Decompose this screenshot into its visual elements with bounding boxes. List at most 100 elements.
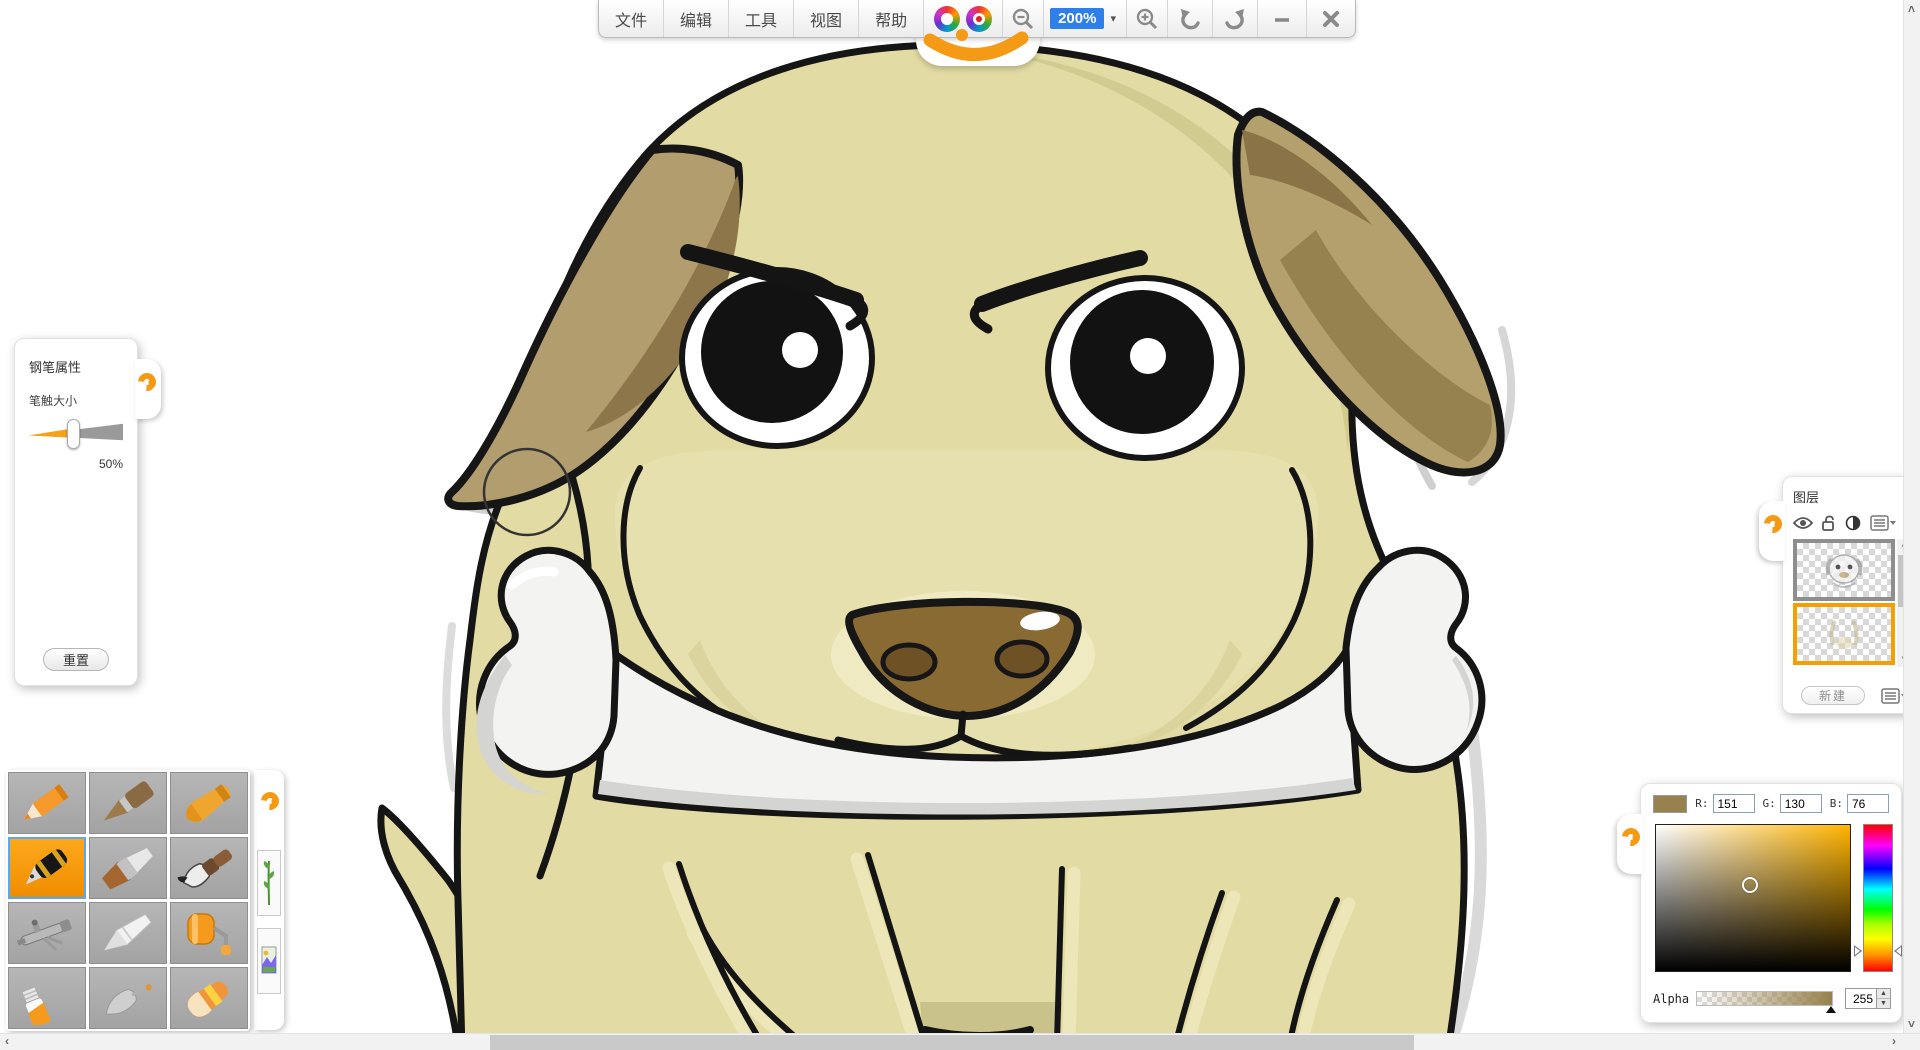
panel-handle[interactable]	[1759, 501, 1785, 561]
visibility-eye-icon[interactable]	[1793, 516, 1813, 530]
mascot-smile	[916, 28, 1040, 68]
brand-c-icon	[1760, 511, 1785, 536]
brush-size-slider[interactable]	[29, 419, 123, 449]
layers-panel: 图层	[1782, 476, 1918, 714]
panel-handle[interactable]	[1617, 814, 1643, 874]
chevron-down-icon[interactable]: ▾	[1106, 12, 1120, 25]
hue-marker-right[interactable]	[1894, 945, 1902, 957]
tool-flat-brush-tile[interactable]	[89, 837, 167, 899]
wood-brush-icon	[93, 776, 163, 830]
tool-ink-brush-tile[interactable]	[170, 837, 248, 899]
app-window: 文件 编辑 工具 视图 帮助 200% ▾	[0, 0, 1920, 1050]
tool-airbrush-tile[interactable]	[8, 902, 86, 964]
color-picker-panel: R: G: B: Alpha ▲▼	[1640, 783, 1902, 1023]
plant-icon	[261, 857, 277, 909]
alpha-slider[interactable]	[1696, 991, 1833, 1006]
alpha-stepper[interactable]: ▲▼	[1876, 989, 1890, 1008]
tool-leaf-pen-tile[interactable]	[89, 967, 167, 1029]
alpha-slider-marker[interactable]	[1826, 1006, 1836, 1013]
alpha-field[interactable]	[1846, 989, 1876, 1008]
flat-brush-icon	[93, 841, 163, 895]
drawing-canvas[interactable]	[0, 0, 1920, 1050]
brush-size-value: 50%	[29, 457, 123, 471]
paint-roller-icon	[174, 906, 244, 960]
alpha-label: Alpha	[1653, 992, 1696, 1006]
close-icon	[1319, 7, 1343, 31]
red-field[interactable]	[1713, 794, 1755, 813]
panel-handle[interactable]	[135, 359, 161, 419]
redo-button[interactable]	[1213, 0, 1258, 37]
current-color-swatch	[1653, 795, 1687, 813]
plant-tab[interactable]	[257, 850, 281, 916]
list-menu-icon[interactable]	[1870, 515, 1896, 531]
red-label: R:	[1695, 797, 1708, 810]
pen-panel-title: 钢笔属性	[29, 357, 123, 376]
brand-c-icon	[134, 369, 159, 394]
new-layer-button[interactable]: 新建	[1801, 686, 1865, 705]
hue-slider[interactable]	[1863, 824, 1893, 972]
tool-crayon-tile[interactable]	[170, 772, 248, 834]
pencil-icon	[12, 776, 82, 830]
layer-row-top[interactable]	[1793, 539, 1895, 601]
layer-thumbnail-dog	[1797, 543, 1891, 597]
magnifier-minus-icon	[1011, 7, 1035, 31]
panel-handle[interactable]	[258, 778, 284, 838]
scroll-down-icon[interactable]: ˅	[1908, 1017, 1915, 1031]
eraser-icon	[174, 971, 244, 1025]
close-button[interactable]	[1307, 0, 1355, 37]
paper-stump-icon	[93, 906, 163, 960]
scroll-left-icon[interactable]: ‹	[5, 1034, 9, 1048]
brand-c-icon	[257, 788, 282, 813]
menu-view[interactable]: 视图	[794, 0, 859, 37]
tool-paint-roller-tile[interactable]	[170, 902, 248, 964]
menu-edit[interactable]: 编辑	[664, 0, 729, 37]
brush-palette	[6, 770, 250, 1031]
zoom-level-control[interactable]: 200% ▾	[1044, 0, 1127, 37]
tool-wood-brush-tile[interactable]	[89, 772, 167, 834]
blue-label: B:	[1830, 797, 1843, 810]
tool-fountain-pen-tile[interactable]	[8, 837, 86, 899]
menu-file[interactable]: 文件	[599, 0, 664, 37]
horizontal-scrollbar[interactable]: ‹ ›	[0, 1033, 1920, 1050]
horizontal-scroll-thumb[interactable]	[490, 1035, 1414, 1050]
tool-eraser-tile[interactable]	[170, 967, 248, 1029]
reset-button[interactable]: 重置	[43, 648, 109, 671]
minimize-button[interactable]	[1258, 0, 1307, 37]
vertical-scrollbar[interactable]: ˄ ˅	[1903, 0, 1920, 1033]
redo-arrow-icon	[1223, 7, 1247, 31]
contrast-icon[interactable]	[1845, 515, 1861, 531]
menu-tools[interactable]: 工具	[729, 0, 794, 37]
color-cursor[interactable]	[1742, 877, 1758, 893]
zoom-level-value[interactable]: 200%	[1050, 8, 1104, 29]
layer-thumbnail-faint	[1797, 607, 1891, 661]
picture-icon	[261, 935, 277, 987]
tool-paper-stump-tile[interactable]	[89, 902, 167, 964]
brush-size-label: 笔触大小	[29, 392, 123, 409]
unlock-icon[interactable]	[1822, 515, 1836, 531]
scroll-up-icon[interactable]: ˄	[1908, 2, 1915, 16]
ink-brush-icon	[174, 841, 244, 895]
airbrush-icon	[12, 906, 82, 960]
paint-tube-icon	[12, 971, 82, 1025]
menu-help[interactable]: 帮助	[859, 0, 924, 37]
crayon-icon	[174, 776, 244, 830]
green-field[interactable]	[1780, 794, 1822, 813]
blue-field[interactable]	[1847, 794, 1889, 813]
scroll-right-icon[interactable]: ›	[1892, 1034, 1896, 1048]
pen-properties-panel: 钢笔属性 笔触大小 50% 重置	[14, 338, 138, 686]
fountain-pen-icon	[12, 841, 82, 895]
zoom-in-button[interactable]	[1127, 0, 1168, 37]
undo-button[interactable]	[1168, 0, 1213, 37]
green-label: G:	[1763, 797, 1776, 810]
layers-panel-title: 图层	[1793, 487, 1909, 506]
picture-tab[interactable]	[257, 928, 281, 994]
hue-marker-left[interactable]	[1854, 945, 1862, 957]
tool-paint-tube-tile[interactable]	[8, 967, 86, 1029]
slider-handle[interactable]	[67, 419, 80, 449]
saturation-value-field[interactable]	[1655, 824, 1851, 972]
layer-row-bottom[interactable]	[1793, 603, 1895, 665]
tool-pencil-tile[interactable]	[8, 772, 86, 834]
brand-c-icon	[1618, 824, 1643, 849]
magnifier-plus-icon	[1135, 7, 1159, 31]
leaf-pen-icon	[93, 971, 163, 1025]
